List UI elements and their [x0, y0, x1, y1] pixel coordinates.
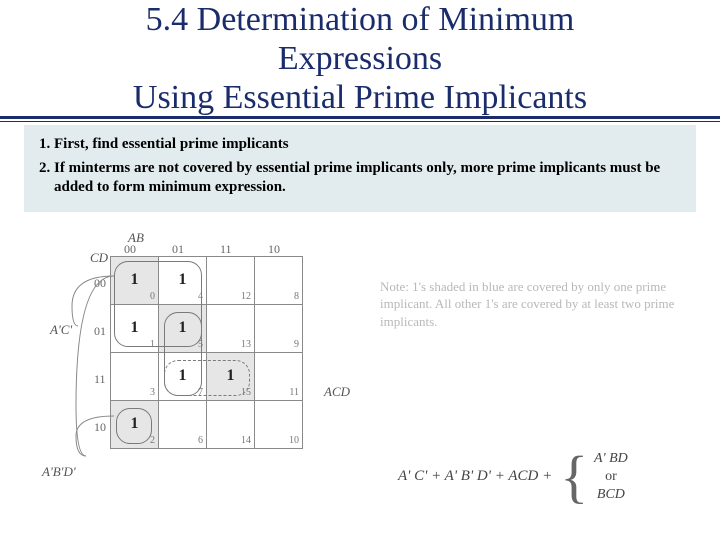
cell-0-0-idx: 0 — [150, 291, 155, 302]
expr-or: or — [594, 469, 628, 485]
brace-icon: { — [560, 448, 588, 506]
row-header-1: 01 — [94, 324, 106, 339]
cell-1-1-val: 1 — [179, 319, 187, 336]
coverage-note: Note: 1's shaded in blue are covered by … — [380, 278, 680, 331]
cell-3-2-idx: 14 — [241, 435, 251, 446]
expr-option-1: A' BD — [594, 451, 628, 467]
label-acd: ACD — [324, 384, 350, 400]
kmap-figure: AB CD 00 01 11 10 00 01 11 10 A'C' A'B'D… — [40, 228, 360, 538]
final-expression: A' C' + A' B' D' + ACD + { A' BD or BCD — [398, 448, 628, 506]
title-line-3: Using Essential Prime Implicants — [133, 79, 587, 116]
label-abd-prime: A'B'D' — [42, 464, 76, 480]
step-2: If minterms are not covered by essential… — [54, 159, 688, 198]
row-header-2: 11 — [94, 372, 106, 387]
cell-3-0-val: 1 — [131, 415, 139, 432]
cell-2-1-val: 1 — [179, 367, 187, 384]
cell-2-1-idx: 7 — [198, 387, 203, 398]
cell-3-3-idx: 10 — [289, 435, 299, 446]
cell-2-3-idx: 11 — [289, 387, 299, 398]
col-header-3: 10 — [268, 242, 280, 257]
expr-left: A' C' + A' B' D' + ACD + — [398, 468, 552, 485]
cell-1-2-idx: 13 — [241, 339, 251, 350]
slide: 5.4 Determination of Minimum Expressions… — [0, 0, 720, 540]
cell-0-2-idx: 12 — [241, 291, 251, 302]
col-header-2: 11 — [220, 242, 232, 257]
slide-title: 5.4 Determination of Minimum Expressions… — [40, 0, 680, 117]
step-1: First, find essential prime implicants — [54, 135, 688, 155]
title-rule-thick — [0, 116, 720, 119]
col-header-0: 00 — [124, 242, 136, 257]
cell-0-3-idx: 8 — [294, 291, 299, 302]
content-area: AB CD 00 01 11 10 00 01 11 10 A'C' A'B'D… — [0, 218, 720, 540]
cell-1-0-val: 1 — [131, 319, 139, 336]
rows-var-label: CD — [90, 250, 108, 266]
cell-2-0-idx: 3 — [150, 387, 155, 398]
cell-2-2-val: 1 — [227, 367, 235, 384]
steps-box: First, find essential prime implicants I… — [24, 125, 696, 212]
cell-0-1-idx: 4 — [198, 291, 203, 302]
cell-3-1-idx: 6 — [198, 435, 203, 446]
row-header-3: 10 — [94, 420, 106, 435]
title-block: 5.4 Determination of Minimum Expressions… — [0, 0, 720, 117]
cell-0-0-val: 1 — [131, 271, 139, 288]
cell-3-0-idx: 2 — [150, 435, 155, 446]
cell-1-1-idx: 5 — [198, 339, 203, 350]
cell-1-0-idx: 1 — [150, 339, 155, 350]
row-header-0: 00 — [94, 276, 106, 291]
kmap-grid: 10 14 12 8 11 15 13 9 3 17 115 11 — [110, 256, 303, 449]
title-line-1: 5.4 Determination of Minimum — [146, 1, 575, 38]
cell-0-1-val: 1 — [179, 271, 187, 288]
title-rule-thin — [0, 121, 720, 122]
expr-option-2: BCD — [594, 487, 628, 503]
cell-1-3-idx: 9 — [294, 339, 299, 350]
label-ac-prime: A'C' — [50, 322, 72, 338]
cell-2-2-idx: 15 — [241, 387, 251, 398]
title-line-2: Expressions — [278, 40, 442, 77]
col-header-1: 01 — [172, 242, 184, 257]
